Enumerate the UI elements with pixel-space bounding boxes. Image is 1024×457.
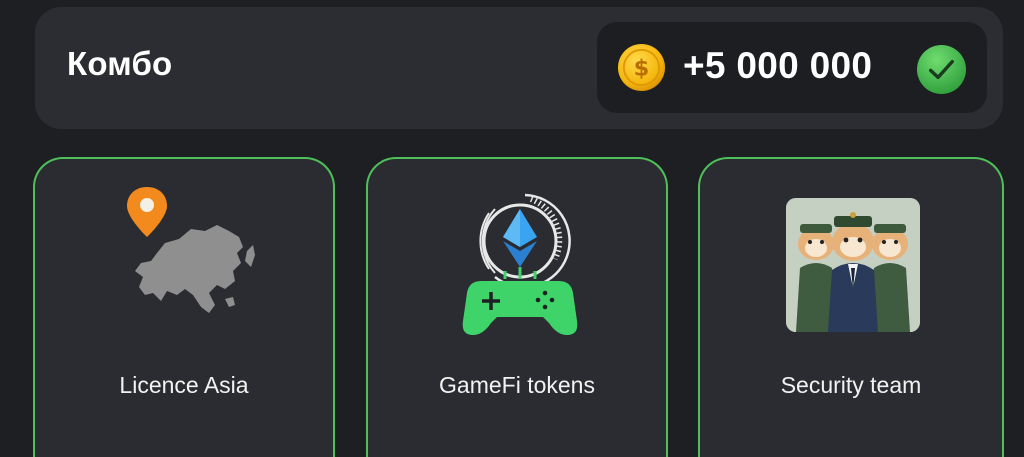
check-circle-icon [916,44,967,95]
combo-bar: Комбо $ +5 000 000 [35,7,1003,129]
card-label: GameFi tokens [439,372,595,398]
combo-title: Комбо [67,45,173,82]
card-label: Security team [780,372,922,398]
combo-card-security-team[interactable]: Security team [698,157,1004,457]
svg-text:$: $ [634,55,650,81]
hamster-guards-image [786,198,920,332]
reward-amount: +5 000 000 [683,45,873,86]
asia-map-pin-icon [127,187,255,313]
combo-card-gamefi-tokens[interactable]: GameFi tokens [366,157,668,457]
card-label: Licence Asia [119,372,249,398]
combo-reward-box: $ +5 000 000 [597,22,987,113]
combo-card-licence-asia[interactable]: Licence Asia [33,157,335,457]
ethereum-gamepad-icon [462,193,578,335]
dollar-coin-icon: $ [617,43,666,92]
